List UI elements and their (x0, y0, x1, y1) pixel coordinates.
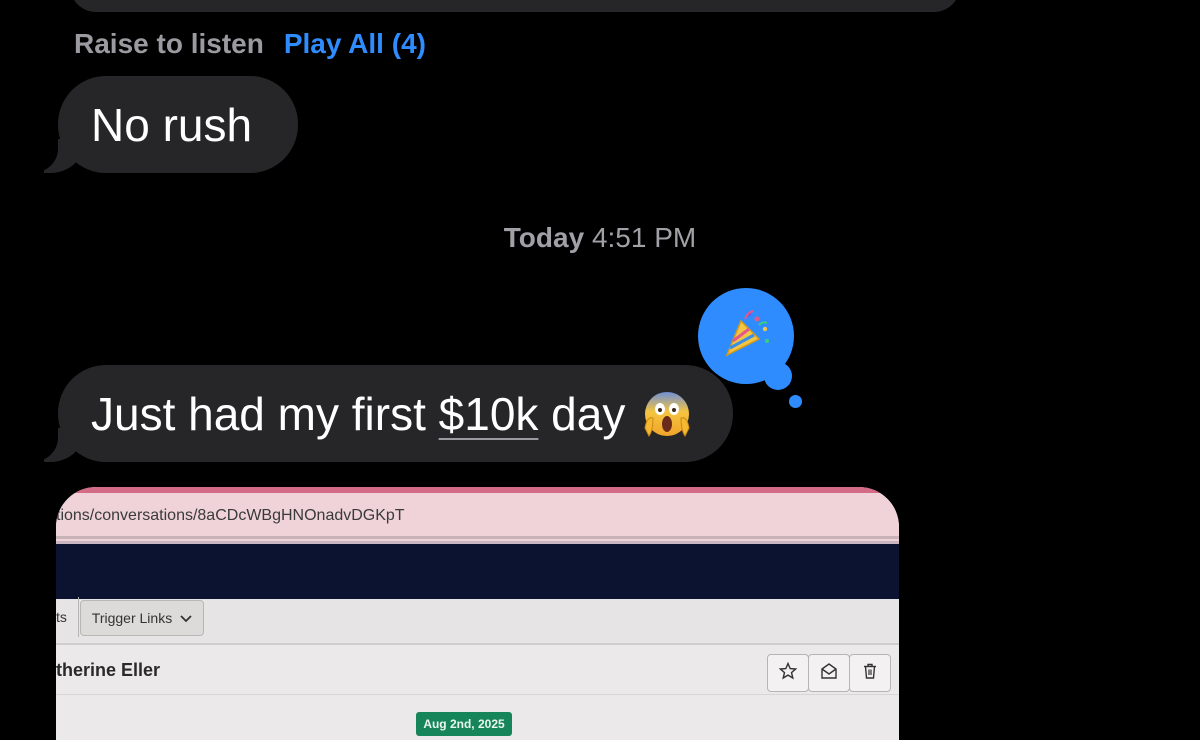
message-text-end: day (538, 387, 626, 440)
conversation-actions (767, 654, 891, 692)
star-button (767, 654, 809, 692)
tab-fragment: ts (56, 597, 79, 637)
trash-icon (861, 662, 879, 685)
play-all-button[interactable]: Play All (4) (284, 28, 426, 60)
audio-controls-row: Raise to listen Play All (4) (74, 26, 426, 62)
bubble-tail (24, 133, 84, 173)
message-bubble-received[interactable]: No rush (24, 76, 299, 173)
delete-button (849, 654, 891, 692)
bubble-tail (24, 422, 84, 462)
tapback-tail-dot-small (789, 395, 802, 408)
content-divider (56, 694, 899, 695)
chevron-down-icon (180, 610, 192, 626)
timestamp-time: 4:51 PM (591, 222, 697, 253)
browser-address-bar: tions/conversations/8aCDcWBgHNOnadvDGKpT (56, 487, 899, 541)
previous-audio-bubble[interactable] (70, 0, 960, 12)
message-text: No rush (91, 98, 253, 151)
date-pill: Aug 2nd, 2025 (416, 712, 512, 736)
timestamp-day: Today (503, 222, 585, 253)
star-icon (778, 661, 798, 685)
tapback-tail-dot (764, 362, 792, 390)
message-bubble-received[interactable]: Just had my first $10k day (24, 365, 734, 462)
image-attachment[interactable]: tions/conversations/8aCDcWBgHNOnadvDGKpT… (56, 487, 899, 740)
message-text-start: Just had my first (91, 387, 439, 440)
money-link[interactable]: $10k (439, 387, 539, 441)
url-text: tions/conversations/8aCDcWBgHNOnadvDGKpT (56, 507, 405, 524)
trigger-links-button: Trigger Links (80, 600, 204, 636)
contact-name: therine Eller (56, 660, 161, 680)
raise-to-listen-label: Raise to listen (74, 28, 264, 59)
face-screaming-in-fear-icon (641, 388, 693, 440)
messages-screen: Raise to listen Play All (4) No rush Tod… (0, 0, 1200, 740)
app-navigation-band (56, 541, 899, 599)
address-bar-divider (56, 536, 899, 539)
tab-fragment-label: ts (56, 609, 67, 625)
mail-open-icon (820, 662, 838, 685)
party-popper-icon (719, 307, 773, 366)
mail-button (808, 654, 850, 692)
trigger-links-label: Trigger Links (91, 610, 173, 626)
timestamp-divider: Today 4:51 PM (0, 222, 1200, 254)
